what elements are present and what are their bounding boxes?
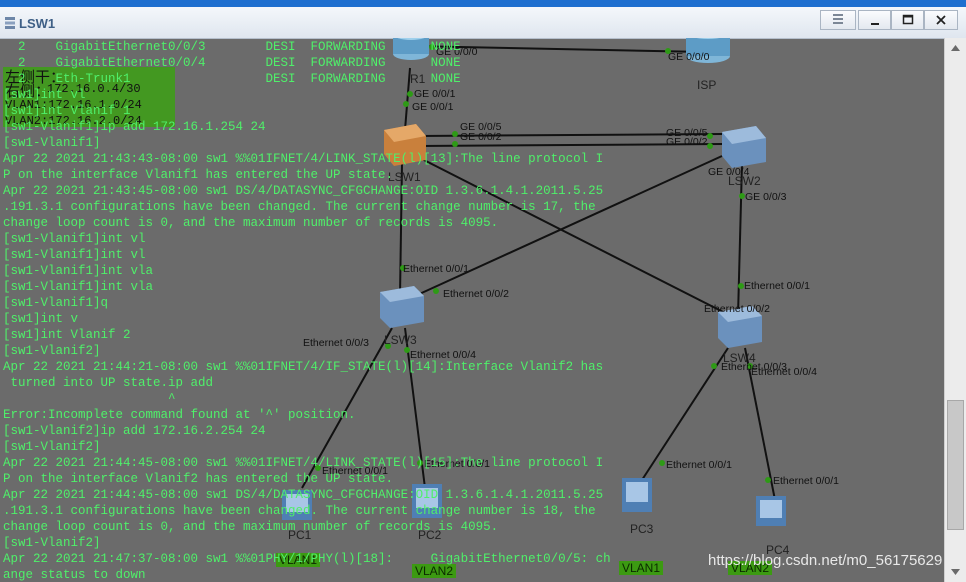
list-icon xyxy=(833,14,843,24)
window-title: LSW1 xyxy=(19,16,56,31)
device-label-pc3: PC3 xyxy=(630,522,654,536)
note-vlan2-subnet: VLAN2:172.16.2.0/24 xyxy=(5,114,142,128)
note-wan-subnet: 172.16.0.4/30 xyxy=(47,82,141,96)
port-lsw2-3: GE 0/0/3 xyxy=(745,191,787,203)
device-label-lsw1: LSW1 xyxy=(388,170,421,184)
switch-lsw1-icon xyxy=(384,124,426,166)
maximize-button[interactable] xyxy=(891,10,924,30)
vlan-tag-pc1: VLAN1 xyxy=(276,553,321,567)
csdn-watermark: https://blog.csdn.net/m0_56175629 xyxy=(708,552,943,569)
port-lsw1-up: GE 0/0/1 xyxy=(412,101,454,113)
port-pc3: Ethernet 0/0/1 xyxy=(666,459,732,471)
device-label-r1: R1 xyxy=(410,72,426,86)
minimize-button[interactable] xyxy=(858,10,891,30)
switch-lsw3-icon xyxy=(380,286,424,328)
pc1-icon xyxy=(282,490,312,520)
port-pc4: Ethernet 0/0/1 xyxy=(773,475,839,487)
device-label-isp: ISP xyxy=(697,78,717,92)
port-lsw3-e1: Ethernet 0/0/1 xyxy=(403,263,469,275)
minimize-icon xyxy=(870,23,879,25)
vlan-tag-pc2: VLAN2 xyxy=(412,564,457,578)
pc4-icon xyxy=(756,496,786,526)
router-r1-icon xyxy=(393,38,429,60)
device-label-pc1: PC1 xyxy=(288,528,312,542)
port-pc1: Ethernet 0/0/1 xyxy=(322,465,388,477)
pc2-icon xyxy=(412,484,442,518)
port-lsw3-e2: Ethernet 0/0/2 xyxy=(443,288,509,300)
scroll-thumb[interactable] xyxy=(947,400,964,530)
link-lsw2-lsw3 xyxy=(414,155,723,297)
switch-lsw2-icon xyxy=(722,126,766,168)
port-lsw1-2: GE 0/0/2 xyxy=(460,131,502,143)
port-isp-r1: GE 0/0/0 xyxy=(668,51,710,63)
close-button[interactable] xyxy=(924,10,958,30)
lsw1-cli-window: LSW1 R1 ISP LSW1 LSW2 LSW3 LSW4 PC1 PC2 … xyxy=(0,0,966,582)
close-icon xyxy=(936,15,946,25)
port-r1-down: GE 0/0/1 xyxy=(414,88,456,100)
vlan-tag-pc3: VLAN1 xyxy=(619,561,664,575)
maximize-icon xyxy=(902,14,913,25)
note-vlan1-subnet: VLAN1:172.16.1.0/24 xyxy=(5,98,142,112)
link-lsw3-pc1 xyxy=(301,327,393,489)
port-pc2: Ethernet 0/0/1 xyxy=(424,458,490,470)
list-view-button[interactable] xyxy=(820,10,856,30)
port-dots xyxy=(315,44,771,483)
vertical-scrollbar[interactable] xyxy=(944,38,966,582)
port-lsw2-4: GE 0/0/4 xyxy=(708,166,750,178)
port-lsw4-e1: Ethernet 0/0/1 xyxy=(744,280,810,292)
port-r1-isp: GE 0/0/0 xyxy=(436,46,478,58)
port-lsw3-e4: Ethernet 0/0/4 xyxy=(410,349,476,361)
device-label-lsw3: LSW3 xyxy=(384,333,417,347)
device-label-pc2: PC2 xyxy=(418,528,442,542)
window-top-border xyxy=(0,0,966,7)
port-lsw2-2: GE 0/0/2 xyxy=(666,136,708,148)
scroll-up-icon[interactable] xyxy=(947,41,964,55)
pc3-icon xyxy=(622,478,652,512)
port-lsw3-e3: Ethernet 0/0/3 xyxy=(303,337,369,349)
port-lsw4-e2: Ethernet 0/0/2 xyxy=(704,303,770,315)
title-bar[interactable]: LSW1 xyxy=(0,7,966,39)
port-lsw4-e4: Ethernet 0/0/4 xyxy=(751,366,817,378)
ip-plan-note: 左侧干： 右侧： 172.16.0.4/30 VLAN1:172.16.1.0/… xyxy=(3,67,175,128)
scroll-down-icon[interactable] xyxy=(947,565,964,579)
switch-app-icon xyxy=(5,17,15,29)
